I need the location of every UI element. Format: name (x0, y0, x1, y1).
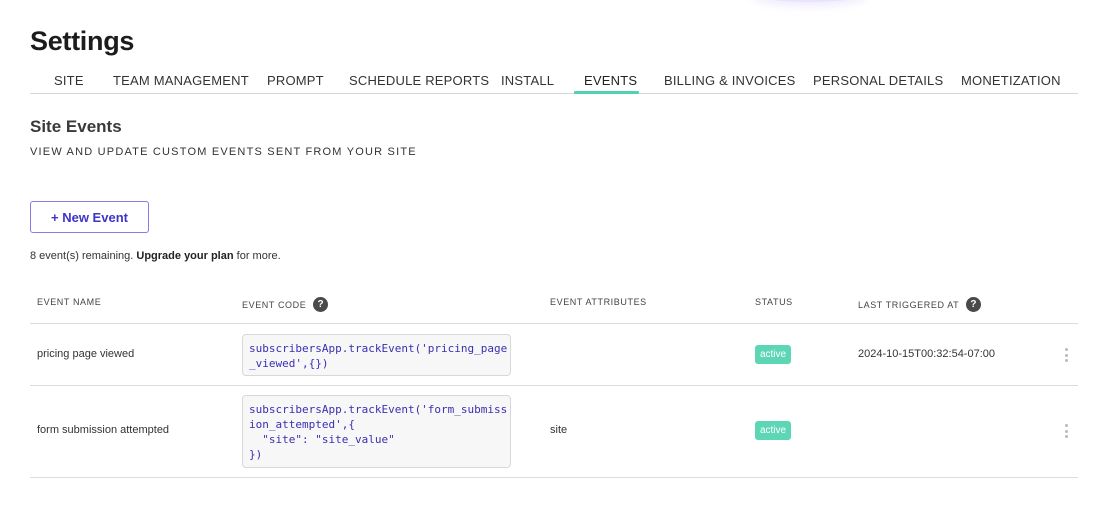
active-tab-indicator (574, 91, 639, 94)
tab-prompt[interactable]: PROMPT (267, 73, 324, 88)
event-code-snippet[interactable]: subscribersApp.trackEvent('form_submiss … (242, 395, 511, 468)
help-icon[interactable]: ? (966, 297, 982, 312)
column-header-event-attributes: EVENT ATTRIBUTES (550, 297, 647, 307)
decorative-glow (755, 0, 865, 2)
status-badge: active (755, 345, 791, 364)
section-title: Site Events (30, 117, 122, 136)
upgrade-plan-link[interactable]: Upgrade your plan (136, 250, 233, 262)
settings-tabs: SITE TEAM MANAGEMENT PROMPT SCHEDULE REP… (30, 70, 1078, 94)
events-table-header: EVENT NAME EVENT CODE ? EVENT ATTRIBUTES… (30, 292, 1078, 324)
tab-schedule-reports[interactable]: SCHEDULE REPORTS (349, 73, 489, 88)
events-remaining-count: 8 event(s) remaining. (30, 250, 134, 262)
tab-billing-invoices[interactable]: BILLING & INVOICES (664, 73, 795, 88)
table-row: form submission attempted subscribersApp… (30, 386, 1078, 478)
tab-team-management[interactable]: TEAM MANAGEMENT (113, 73, 249, 88)
event-name: form submission attempted (37, 424, 170, 436)
section-subtitle: VIEW AND UPDATE CUSTOM EVENTS SENT FROM … (30, 146, 417, 158)
event-code-snippet[interactable]: subscribersApp.trackEvent('pricing_page … (242, 334, 511, 376)
tab-monetization[interactable]: MONETIZATION (961, 73, 1061, 88)
status-badge: active (755, 421, 791, 440)
tab-site[interactable]: SITE (54, 73, 84, 88)
last-triggered-at: 2024-10-15T00:32:54-07:00 (858, 348, 995, 360)
help-icon[interactable]: ? (313, 297, 329, 312)
column-header-event-code: EVENT CODE ? (242, 297, 329, 312)
row-actions-kebab-icon[interactable] (1060, 422, 1072, 440)
column-header-last-triggered: LAST TRIGGERED AT ? (858, 297, 982, 312)
row-actions-kebab-icon[interactable] (1060, 346, 1072, 364)
event-attributes: site (550, 424, 568, 436)
page-title: Settings (30, 26, 135, 56)
column-header-status: STATUS (755, 297, 793, 307)
table-row: pricing page viewed subscribersApp.track… (30, 324, 1078, 386)
events-remaining-suffix: for more. (236, 250, 281, 262)
tab-personal-details[interactable]: PERSONAL DETAILS (813, 73, 943, 88)
new-event-button[interactable]: + New Event (30, 201, 149, 233)
column-header-event-name: EVENT NAME (37, 297, 102, 307)
events-remaining-note: 8 event(s) remaining. Upgrade your plan … (30, 250, 281, 262)
tab-events[interactable]: EVENTS (584, 73, 637, 88)
event-name: pricing page viewed (37, 348, 135, 360)
tab-install[interactable]: INSTALL (501, 73, 554, 88)
